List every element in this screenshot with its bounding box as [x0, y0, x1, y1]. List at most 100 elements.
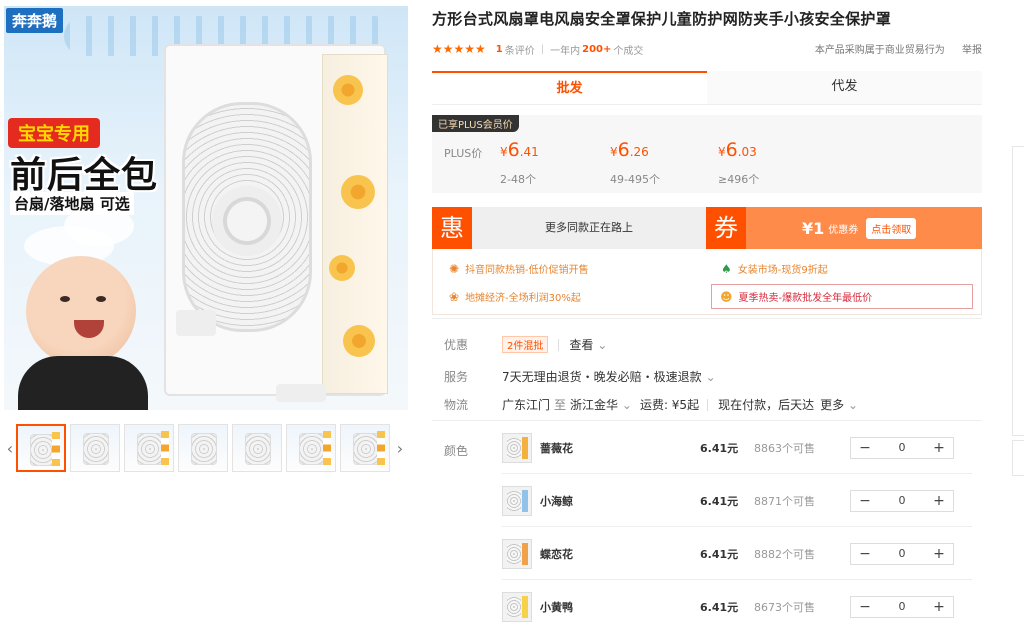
product-info: 方形台式风扇罩电风扇安全罩保护儿童防护网防夹手小孩安全保护罩 ★★★★★ 1 条…: [432, 8, 982, 315]
thumbnail[interactable]: [124, 424, 174, 472]
sku-thumbnail[interactable]: [502, 592, 532, 622]
increment-button[interactable]: +: [925, 597, 953, 617]
quantity-stepper: − 0 +: [850, 542, 954, 565]
sku-row: 蝶恋花 6.41元 8882个可售 − 0 +: [502, 528, 972, 580]
currency-symbol: ¥: [610, 145, 618, 159]
sku-thumbnail-fan: [507, 437, 521, 458]
thumbnail-fan-shape: [137, 433, 163, 465]
quantity-input[interactable]: 0: [879, 438, 925, 458]
thumbnail[interactable]: [16, 424, 66, 472]
floating-side-button[interactable]: [1012, 440, 1024, 476]
mixed-batch-tag: 2件混批: [502, 336, 549, 353]
decrement-button[interactable]: −: [851, 597, 879, 617]
thumbnail-flower-strip: [52, 432, 60, 466]
main-product-image[interactable]: 奔奔鹅 宝宝专用 前后全包 台扇/落地扇 可选: [4, 6, 408, 410]
increment-button[interactable]: +: [925, 544, 953, 564]
price-value: ¥6.41: [500, 139, 539, 161]
delivery-time: 现在付款，后天达: [718, 398, 815, 412]
quantity-range: 2-48个: [500, 173, 536, 186]
promo-subline: 台扇/落地扇 可选: [10, 192, 134, 215]
fan-hub: [212, 186, 282, 256]
price-box: 已享PLUS会员价 PLUS价 ¥6.41 2-48个 ¥6.26 49-495…: [432, 115, 982, 193]
view-discount-link[interactable]: 查看 ⌄: [569, 336, 607, 353]
review-count[interactable]: 1: [496, 44, 503, 55]
price-value: ¥6.03: [718, 139, 759, 161]
star-rating-icon: ★★★★★: [432, 42, 486, 56]
sku-stock: 8863个可售: [754, 441, 815, 455]
sku-thumbnail-fan: [507, 597, 521, 617]
ship-from: 广东江门: [502, 398, 551, 412]
quantity-stepper: − 0 +: [850, 436, 954, 459]
market-link[interactable]: ❀ 地摊经济-全场利润30%起: [449, 289, 581, 305]
divider: [432, 318, 982, 319]
chevron-down-icon: ⌄: [597, 338, 608, 352]
ship-to-value: 浙江金华: [570, 398, 619, 412]
thumb-next-arrow-icon[interactable]: ›: [394, 439, 406, 458]
quantity-range: ≥496个: [718, 173, 760, 186]
market-link-text: 女装市场-现货9折起: [737, 265, 828, 276]
sku-thumbnail-fan: [507, 543, 521, 564]
sku-thumbnail-pattern: [522, 542, 528, 565]
increment-button[interactable]: +: [925, 438, 953, 458]
price-value: ¥6.26: [610, 139, 660, 161]
decrement-button[interactable]: −: [851, 491, 879, 511]
more-logistics-link[interactable]: 更多 ⌄: [820, 396, 858, 413]
sku-thumbnail[interactable]: [502, 485, 532, 516]
smiley-icon: ☻: [720, 289, 733, 304]
report-link[interactable]: 举报: [962, 45, 982, 56]
sku-stock: 8882个可售: [754, 547, 815, 561]
thumbnail-fan-shape: [299, 433, 325, 465]
shipping-fee: 运费: ¥5起: [639, 398, 700, 412]
ship-to-select[interactable]: 浙江金华 ⌄: [570, 396, 632, 413]
thumbnail-flower-strip: [323, 431, 331, 465]
thumb-prev-arrow-icon[interactable]: ‹: [4, 439, 16, 458]
sku-thumbnail[interactable]: [502, 538, 532, 569]
hui-badge-icon: 惠: [432, 207, 472, 249]
decrement-button[interactable]: −: [851, 438, 879, 458]
service-label: 服务: [444, 370, 469, 384]
thumbnail[interactable]: [70, 424, 120, 472]
thumbnail-fan-shape: [353, 433, 379, 465]
thumbnail[interactable]: [286, 424, 336, 472]
logistics-row: 物流 广东江门 至 浙江金华 ⌄ 运费: ¥5起 现在付款，后天达 更多 ⌄: [444, 396, 858, 413]
discount-label: 优惠: [444, 338, 469, 352]
quantity-range: 49-495个: [610, 173, 660, 186]
baby-eye: [96, 296, 106, 302]
quantity-stepper: − 0 +: [850, 596, 954, 618]
sku-row: 小海鲸 6.41元 8871个可售 − 0 +: [502, 475, 972, 527]
tab-wholesale[interactable]: 批发: [432, 71, 707, 104]
market-link-highlight[interactable]: ☻ 夏季热卖-爆款批发全年最低价: [711, 284, 973, 309]
price-decimal: .26: [629, 145, 649, 159]
tab-dropship[interactable]: 代发: [707, 71, 982, 104]
increment-button[interactable]: +: [925, 491, 953, 511]
chevron-down-icon: ⌄: [621, 398, 632, 412]
purchase-tabs: 批发 代发: [432, 71, 982, 105]
flower-pattern: [329, 255, 355, 281]
sku-thumbnail-pattern: [522, 436, 528, 459]
discount-banner[interactable]: 惠 更多同款正在路上: [432, 207, 706, 249]
sku-thumbnail[interactable]: [502, 432, 532, 463]
market-link[interactable]: ♠ 女装市场-现货9折起: [721, 261, 828, 277]
market-link[interactable]: ✺ 抖音同款热销-低价促销开售: [449, 261, 589, 277]
quan-badge-icon: 券: [706, 207, 746, 249]
sku-thumbnail-fan: [507, 490, 521, 511]
price-integer: 6: [507, 139, 520, 161]
floating-side-panel[interactable]: [1012, 146, 1024, 436]
thumbnail[interactable]: [340, 424, 390, 472]
promo-headline: 前后全包: [10, 155, 159, 196]
thumbnail[interactable]: [178, 424, 228, 472]
quantity-input[interactable]: 0: [879, 491, 925, 511]
product-gallery: 奔奔鹅 宝宝专用 前后全包 台扇/落地扇 可选 ‹ ›: [4, 6, 408, 472]
baby-mouth: [74, 320, 104, 338]
service-text[interactable]: 7天无理由退货・晚发必赔・极速退款: [502, 368, 702, 385]
sku-row: 小黄鸭 6.41元 8673个可售 − 0 +: [502, 581, 972, 630]
claim-coupon-button[interactable]: 点击领取: [866, 217, 917, 239]
discount-row: 优惠 2件混批 查看 ⌄: [444, 336, 607, 353]
thumbnail-fan-shape: [245, 433, 271, 465]
chevron-down-icon: ⌄: [847, 398, 858, 412]
more-logistics-label: 更多: [820, 398, 845, 412]
thumbnail[interactable]: [232, 424, 282, 472]
quantity-input[interactable]: 0: [879, 597, 925, 617]
quantity-input[interactable]: 0: [879, 544, 925, 564]
decrement-button[interactable]: −: [851, 544, 879, 564]
